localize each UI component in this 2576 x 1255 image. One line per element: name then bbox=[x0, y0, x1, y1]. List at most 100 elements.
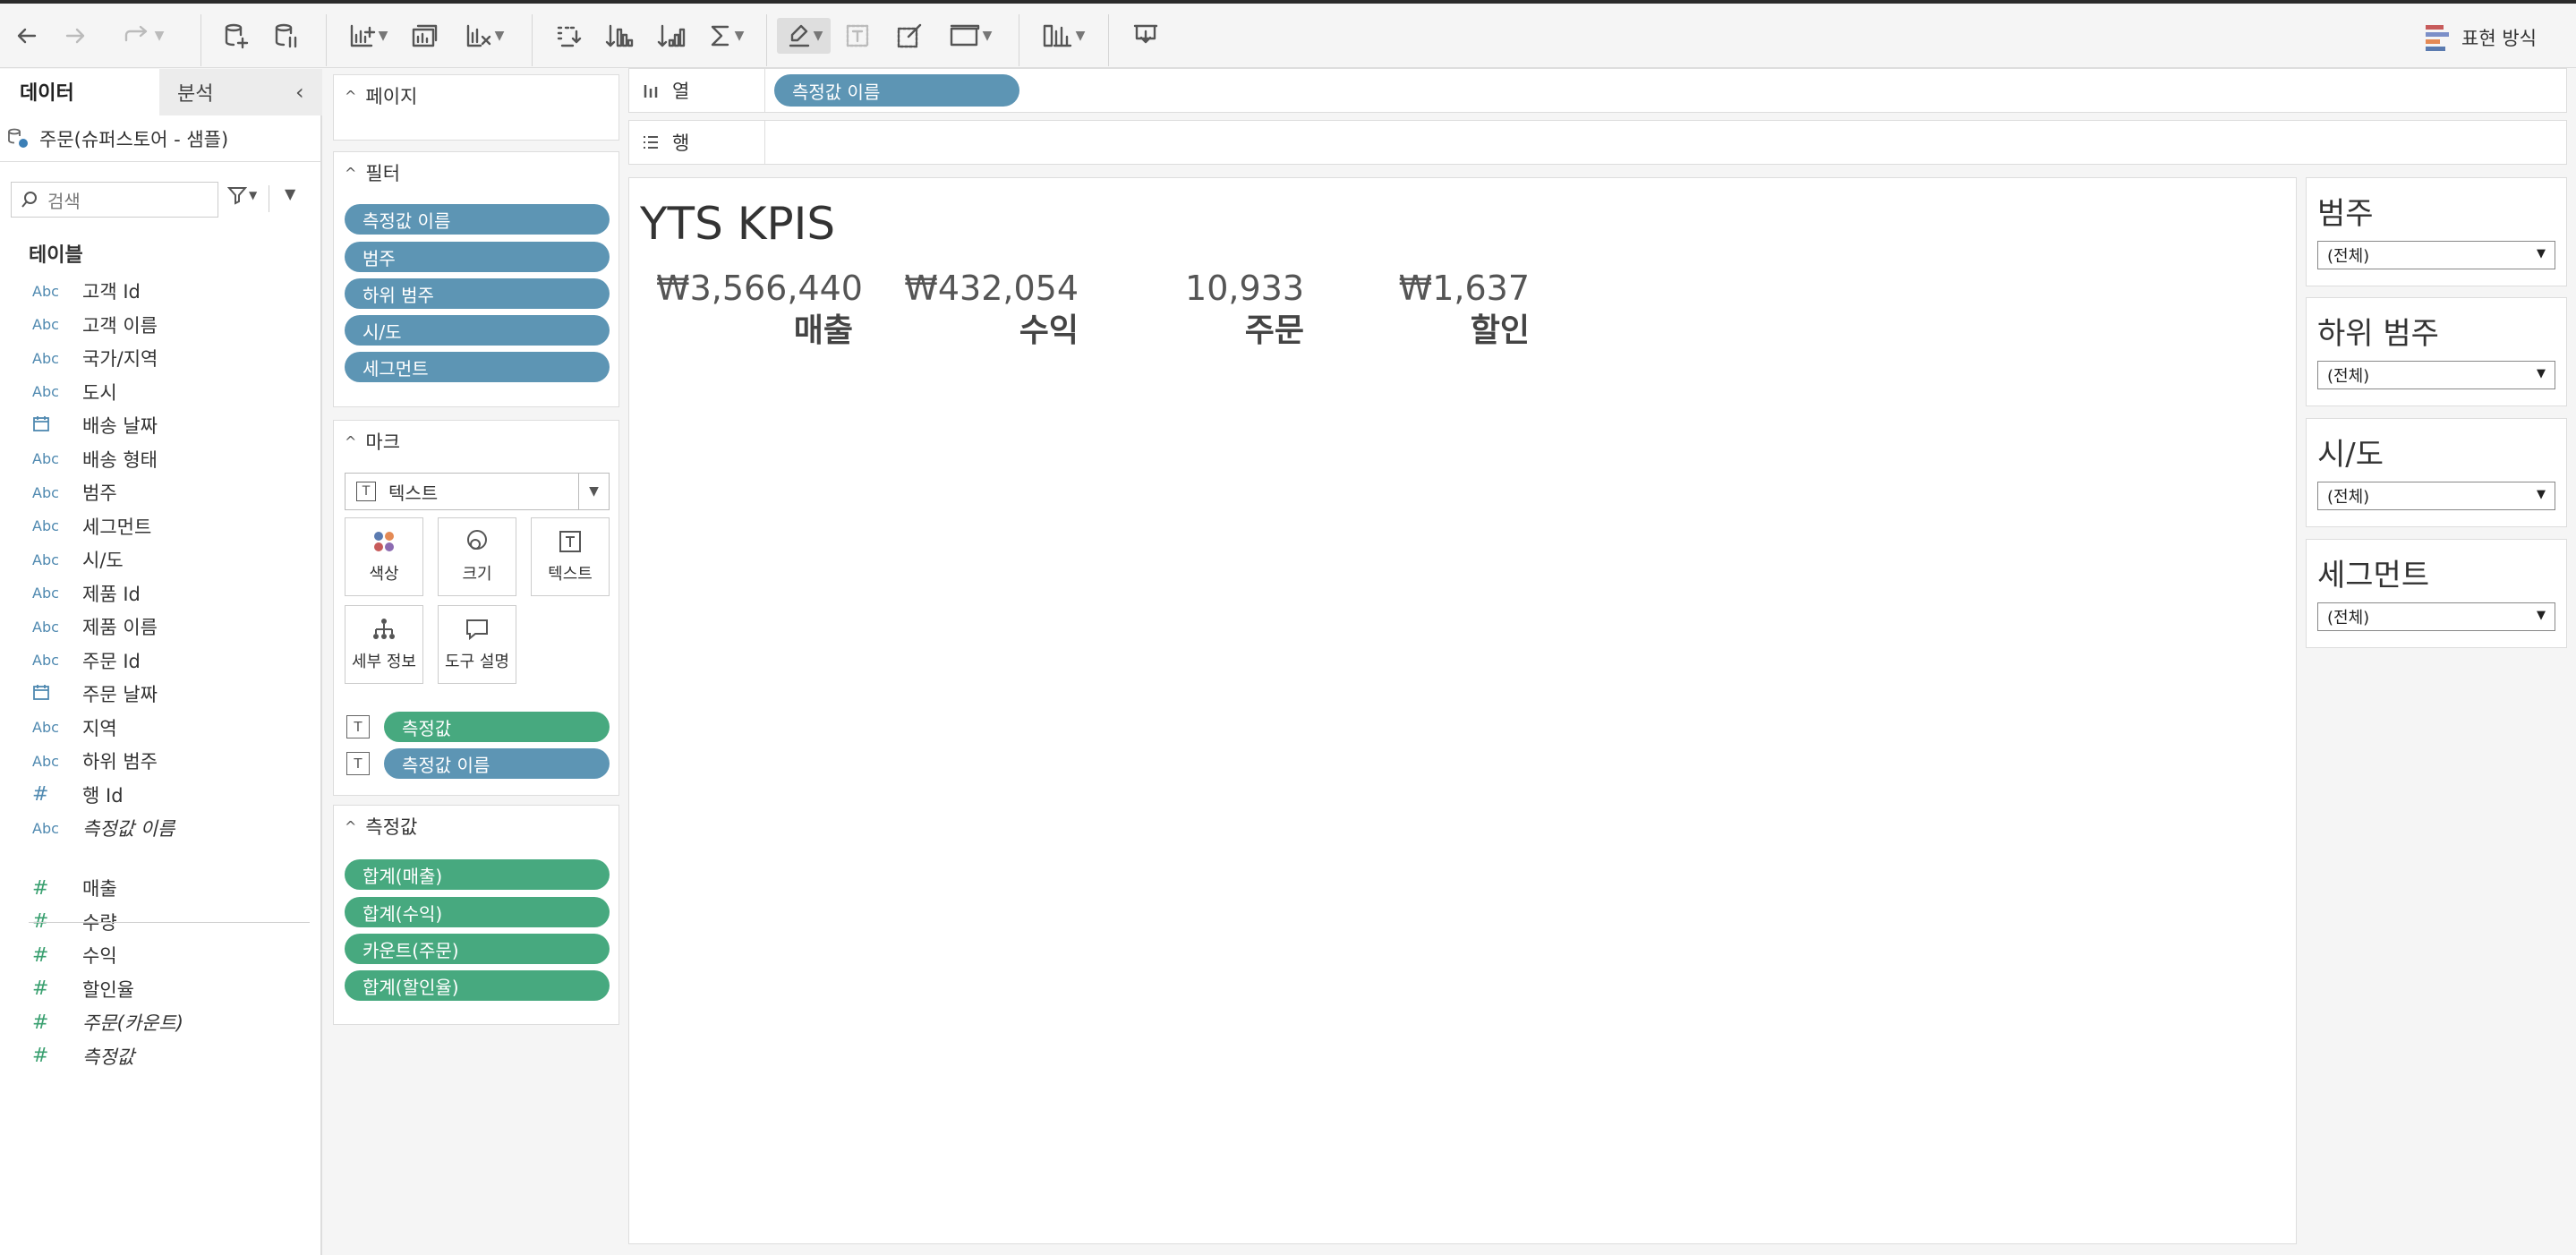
format-workbook-button[interactable] bbox=[893, 18, 925, 54]
size-button[interactable]: 크기 bbox=[438, 517, 516, 596]
measure-field[interactable]: # 매출 bbox=[0, 872, 322, 904]
dimension-field[interactable]: Abc 배송 형태 bbox=[0, 443, 322, 475]
quick-filter-dropdown[interactable]: (전체) ▼ bbox=[2317, 241, 2555, 269]
kpi-profit[interactable]: ₩432,054 수익 bbox=[882, 268, 1079, 354]
new-datasource-button[interactable] bbox=[220, 18, 252, 54]
measure-value-pill[interactable]: 카운트(주문) bbox=[345, 934, 610, 964]
pause-updates-button[interactable] bbox=[270, 18, 303, 54]
text-encoding-icon: T bbox=[346, 715, 370, 738]
string-type-icon: Abc bbox=[32, 819, 59, 837]
clear-sheet-button[interactable]: ▼ bbox=[460, 18, 508, 54]
replay-button[interactable]: ▼ bbox=[107, 18, 179, 54]
tab-data[interactable]: 데이터 bbox=[0, 69, 159, 115]
field-label: 하위 범주 bbox=[82, 751, 158, 773]
chevron-down-icon[interactable]: ▼ bbox=[578, 474, 609, 509]
measure-field[interactable]: # 할인율 bbox=[0, 973, 322, 1005]
quick-filter-value: (전체) bbox=[2327, 367, 2370, 386]
measure-values-card-title: ^ 측정값 bbox=[345, 813, 417, 840]
column-pill[interactable]: 측정값 이름 bbox=[774, 74, 1019, 107]
dimension-field[interactable]: Abc 고객 Id bbox=[0, 275, 322, 307]
search-icon bbox=[21, 192, 37, 208]
view-canvas[interactable]: YTS KPIS ₩3,566,440 매출 ₩432,054 수익 10,93… bbox=[628, 177, 2297, 1244]
chevron-up-icon[interactable]: ^ bbox=[345, 88, 356, 105]
kpi-sales[interactable]: ₩3,566,440 매출 bbox=[656, 268, 863, 354]
kpi-discount[interactable]: ₩1,637 할인 bbox=[1333, 268, 1530, 354]
text-button[interactable]: 텍스트 bbox=[531, 517, 610, 596]
toolbar-separator bbox=[200, 14, 201, 66]
field-label: 세그먼트 bbox=[82, 516, 152, 538]
chevron-up-icon[interactable]: ^ bbox=[345, 433, 356, 450]
sort-ascending-button[interactable] bbox=[601, 18, 637, 54]
kpi-orders[interactable]: 10,933 주문 bbox=[1107, 268, 1304, 354]
dimension-field[interactable]: Abc 측정값 이름 bbox=[0, 812, 322, 844]
totals-button[interactable]: ▼ bbox=[704, 18, 748, 54]
measure-field[interactable]: # 수익 bbox=[0, 939, 322, 971]
dimension-field[interactable]: # 행 Id bbox=[0, 779, 322, 811]
dimension-field[interactable]: Abc 범주 bbox=[0, 476, 322, 508]
color-button[interactable]: 색상 bbox=[345, 517, 423, 596]
presentation-mode-button[interactable] bbox=[1128, 18, 1164, 54]
string-type-icon: Abc bbox=[32, 652, 59, 669]
measure-values-card[interactable]: ^ 측정값 합계(매출) 합계(수익) 카운트(주문) 합계(할인율) bbox=[333, 805, 619, 1025]
mark-field-pill[interactable]: 측정값 bbox=[384, 712, 610, 742]
dimension-field[interactable]: Abc 지역 bbox=[0, 712, 322, 744]
dimension-field[interactable]: Abc 제품 이름 bbox=[0, 610, 322, 643]
filter-pill[interactable]: 하위 범주 bbox=[345, 278, 610, 309]
sort-descending-button[interactable] bbox=[653, 18, 689, 54]
collapse-pane-icon[interactable]: ‹ bbox=[295, 80, 304, 105]
measure-field[interactable]: # 주문(카운트) bbox=[0, 1006, 322, 1038]
field-label: 매출 bbox=[82, 878, 117, 900]
show-labels-button[interactable] bbox=[841, 18, 874, 54]
columns-shelf[interactable]: 열 측정값 이름 bbox=[628, 68, 2567, 113]
marks-card[interactable]: ^ 마크 T 텍스트 ▼ 색상 크기 텍스트 세부 정보 도구 설명 T 측정값… bbox=[333, 420, 619, 796]
dimension-field[interactable]: Abc 하위 범주 bbox=[0, 745, 322, 777]
datasource-row[interactable]: 주문(슈퍼스토어 - 샘플) bbox=[0, 115, 322, 162]
toolbar-separator bbox=[326, 14, 327, 66]
chevron-up-icon[interactable]: ^ bbox=[345, 165, 356, 182]
filter-pill[interactable]: 시/도 bbox=[345, 315, 610, 346]
filter-pill[interactable]: 측정값 이름 bbox=[345, 204, 610, 235]
dimension-field[interactable]: Abc 고객 이름 bbox=[0, 309, 322, 341]
detail-button[interactable]: 세부 정보 bbox=[345, 605, 423, 684]
search-input[interactable]: 검색 bbox=[11, 182, 218, 218]
filters-card[interactable]: ^ 필터 측정값 이름 범주 하위 범주 시/도 세그먼트 bbox=[333, 151, 619, 407]
pane-menu-button[interactable]: ▼ bbox=[285, 185, 295, 202]
filter-pill[interactable]: 세그먼트 bbox=[345, 352, 610, 382]
mark-type-dropdown[interactable]: T 텍스트 ▼ bbox=[345, 473, 610, 510]
show-me-button[interactable]: 표현 방식 bbox=[2426, 21, 2537, 54]
dimension-field[interactable]: Abc 세그먼트 bbox=[0, 510, 322, 542]
highlight-button[interactable]: ▼ bbox=[777, 18, 831, 54]
fit-button[interactable]: ▼ bbox=[943, 18, 997, 54]
tooltip-button[interactable]: 도구 설명 bbox=[438, 605, 516, 684]
swap-rows-columns-button[interactable] bbox=[550, 18, 585, 54]
show-cards-button[interactable]: ▼ bbox=[1036, 18, 1090, 54]
string-type-icon: Abc bbox=[32, 585, 59, 602]
new-sheet-button[interactable]: ▼ bbox=[344, 18, 392, 54]
dimension-field[interactable]: Abc 시/도 bbox=[0, 543, 322, 576]
arrow-right-icon bbox=[65, 28, 85, 44]
pages-card[interactable]: ^ 페이지 bbox=[333, 74, 619, 141]
dimension-field[interactable]: Abc 제품 Id bbox=[0, 577, 322, 610]
filter-pill[interactable]: 범주 bbox=[345, 242, 610, 272]
dimension-field[interactable]: 배송 날짜 bbox=[0, 409, 322, 441]
dimension-field[interactable]: Abc 도시 bbox=[0, 376, 322, 408]
field-label: 측정값 이름 bbox=[82, 818, 175, 840]
measure-value-pill[interactable]: 합계(매출) bbox=[345, 859, 610, 890]
measure-field[interactable]: # 측정값 bbox=[0, 1040, 322, 1072]
quick-filter-dropdown[interactable]: (전체) ▼ bbox=[2317, 602, 2555, 631]
quick-filter-dropdown[interactable]: (전체) ▼ bbox=[2317, 482, 2555, 510]
chevron-up-icon[interactable]: ^ bbox=[345, 818, 356, 835]
string-type-icon: Abc bbox=[32, 450, 59, 467]
undo-button[interactable] bbox=[11, 18, 43, 54]
redo-button[interactable] bbox=[59, 18, 91, 54]
mark-field-pill[interactable]: 측정값 이름 bbox=[384, 748, 610, 779]
dimension-field[interactable]: Abc 국가/지역 bbox=[0, 342, 322, 374]
filter-fields-button[interactable]: ▼ bbox=[227, 185, 257, 205]
dimension-field[interactable]: Abc 주문 Id bbox=[0, 645, 322, 677]
duplicate-sheet-button[interactable] bbox=[406, 18, 442, 54]
quick-filter-dropdown[interactable]: (전체) ▼ bbox=[2317, 361, 2555, 389]
measure-value-pill[interactable]: 합계(할인율) bbox=[345, 970, 610, 1001]
measure-value-pill[interactable]: 합계(수익) bbox=[345, 897, 610, 927]
dimension-field[interactable]: 주문 날짜 bbox=[0, 678, 322, 710]
rows-shelf[interactable]: 행 bbox=[628, 120, 2567, 165]
